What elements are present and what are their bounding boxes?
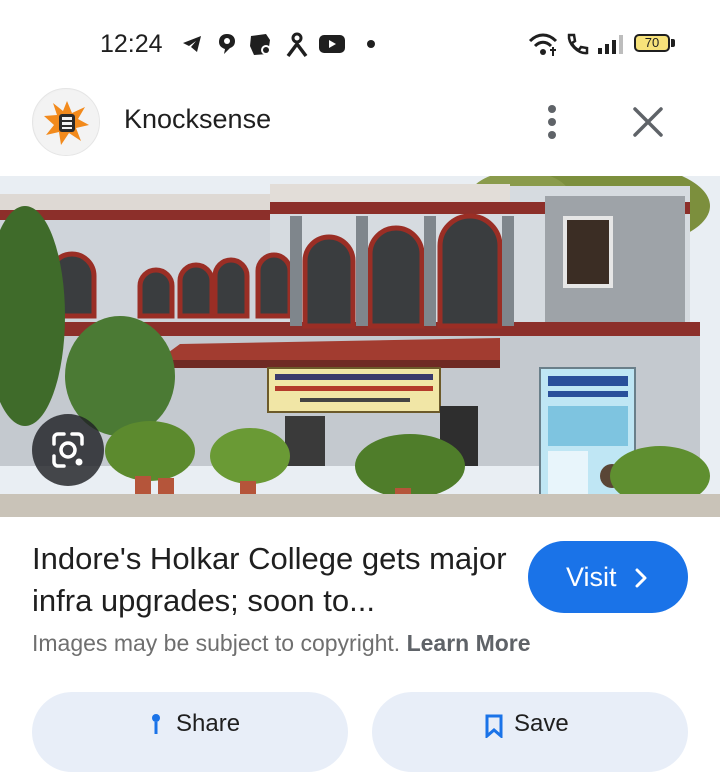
result-image[interactable]	[0, 176, 720, 517]
college-building-image	[0, 176, 720, 517]
status-time: 12:24	[100, 30, 163, 58]
copyright-text: Images may be subject to copyright.	[32, 630, 401, 656]
app-icon	[219, 34, 235, 54]
status-bar: 12:24 70	[0, 0, 720, 88]
close-button[interactable]	[626, 100, 670, 144]
wifi-icon	[528, 33, 558, 56]
share-button[interactable]: Share	[32, 692, 348, 772]
share-label: Share	[176, 710, 241, 737]
person-icon	[286, 32, 308, 58]
battery-indicator: 70	[634, 34, 670, 52]
google-lens-button[interactable]	[32, 414, 104, 486]
google-lens-icon	[52, 432, 84, 468]
save-button[interactable]: Save	[372, 692, 688, 772]
chevron-right-icon	[635, 568, 647, 588]
gear-badge-icon	[250, 34, 271, 55]
source-name[interactable]: Knocksense	[124, 104, 271, 135]
save-label: Save	[514, 710, 569, 737]
copyright-notice: Images may be subject to copyright. Lear…	[32, 630, 531, 657]
visit-button[interactable]: Visit	[528, 541, 688, 613]
battery-level: 70	[644, 35, 660, 50]
close-icon	[633, 107, 663, 137]
youtube-icon	[319, 35, 345, 53]
telegram-icon	[183, 36, 201, 52]
result-title[interactable]: Indore's Holkar College gets major infra…	[32, 538, 512, 622]
dot-icon	[367, 40, 375, 48]
visit-label: Visit	[566, 562, 617, 592]
battery-tip	[671, 39, 675, 47]
share-icon	[152, 714, 160, 734]
call-icon	[567, 33, 589, 55]
bookmark-icon	[485, 714, 503, 738]
learn-more-link[interactable]: Learn More	[407, 630, 531, 656]
signal-icon	[598, 35, 623, 54]
more-options-button[interactable]	[530, 100, 574, 144]
more-vert-icon	[548, 105, 556, 139]
knocksense-logo-icon	[32, 88, 100, 156]
